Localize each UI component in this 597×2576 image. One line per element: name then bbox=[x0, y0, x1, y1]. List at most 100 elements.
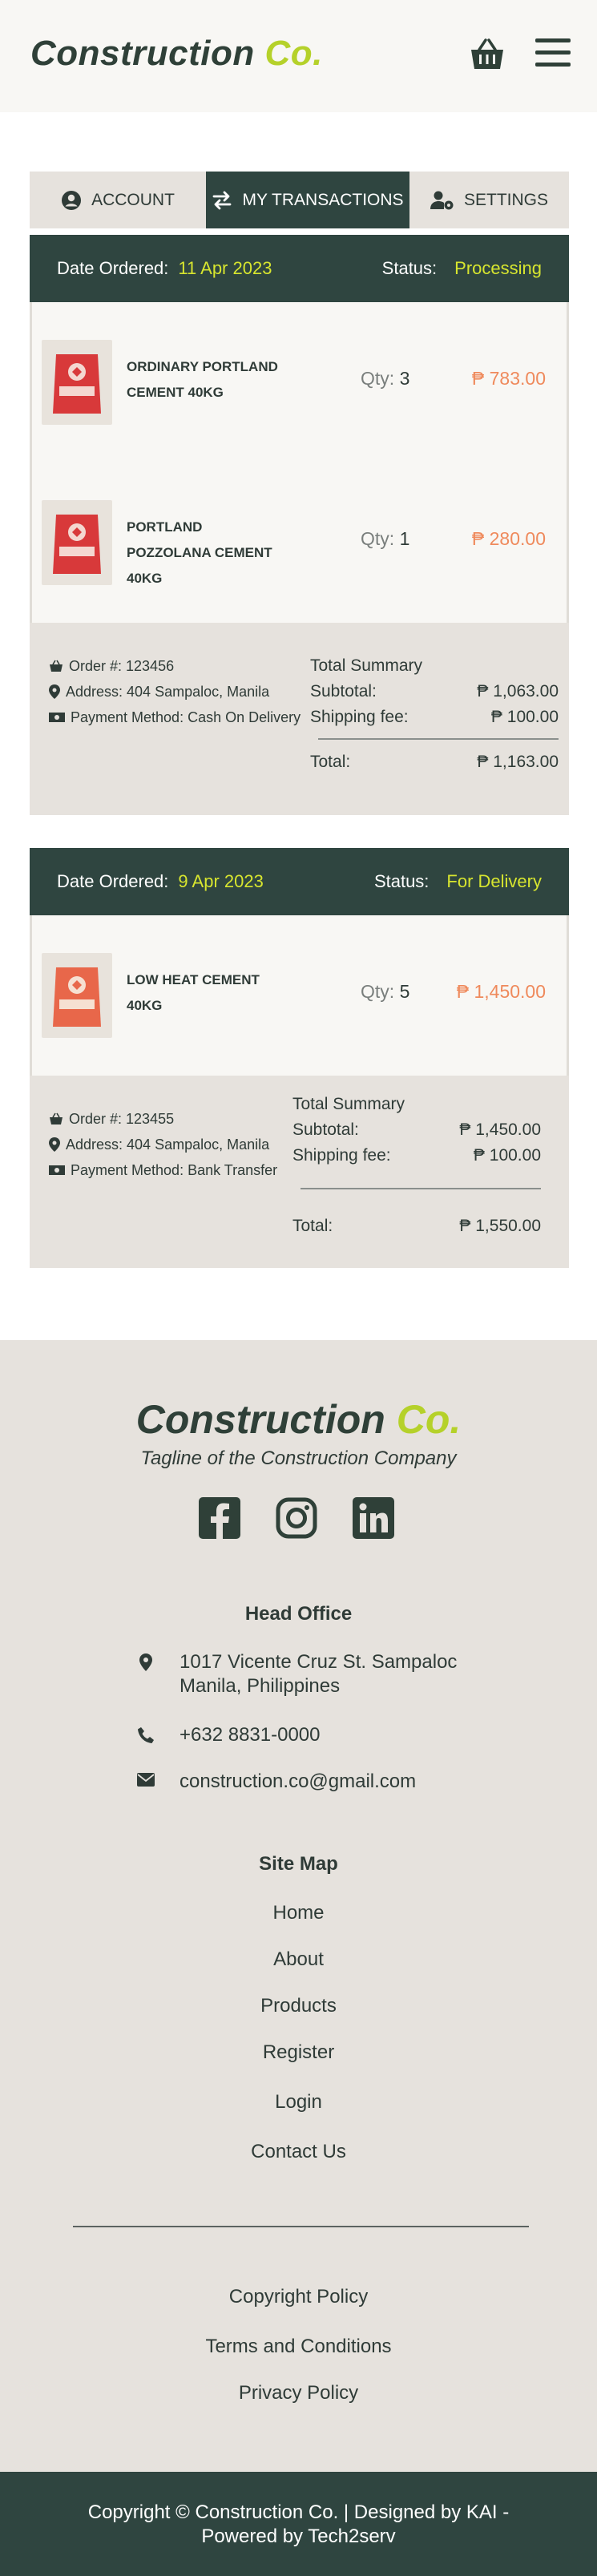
order-summary: Order #: 123456 Address: 404 Sampaloc, M… bbox=[30, 623, 569, 815]
tab-account-label: ACCOUNT bbox=[91, 190, 175, 209]
office-email[interactable]: construction.co@gmail.com bbox=[136, 1770, 416, 1794]
tab-my-transactions[interactable]: MY TRANSACTIONS bbox=[206, 172, 409, 228]
order-number: Order #: 123456 bbox=[49, 653, 301, 679]
company-tagline: Tagline of the Construction Company bbox=[140, 1447, 457, 1469]
total-summary: Total Summary Subtotal: ₱ 1,063.00 Shippi… bbox=[310, 653, 559, 775]
order-address: Address: 404 Sampaloc, Manila bbox=[49, 679, 301, 705]
item-price: ₱ 1,450.00 bbox=[456, 981, 546, 1002]
brand-suffix: Co. bbox=[264, 34, 323, 73]
footer-link-terms[interactable]: Terms and Conditions bbox=[0, 2336, 597, 2358]
footer-link-about[interactable]: About bbox=[0, 1948, 597, 1971]
item-qty: Qty: 1 bbox=[361, 528, 409, 550]
footer-divider bbox=[73, 2226, 529, 2227]
footer-link-contact-us[interactable]: Contact Us bbox=[0, 2141, 597, 2163]
status-label: Status: bbox=[381, 258, 438, 278]
tab-settings[interactable]: SETTINGS bbox=[409, 172, 569, 228]
footer-link-products[interactable]: Products bbox=[0, 1995, 597, 2017]
brand-suffix: Co. bbox=[396, 1397, 462, 1442]
basket-icon[interactable] bbox=[468, 35, 506, 74]
item-qty: Qty: 5 bbox=[361, 981, 409, 1003]
instagram-icon[interactable] bbox=[276, 1497, 317, 1539]
cement-bag-image bbox=[42, 340, 112, 425]
site-header: Construction Co. bbox=[0, 0, 597, 112]
tab-settings-label: SETTINGS bbox=[463, 190, 548, 209]
user-circle-icon bbox=[62, 190, 82, 210]
site-map-title: Site Map bbox=[259, 1853, 338, 1875]
order-number: Order #: 123455 bbox=[49, 1106, 277, 1132]
date-ordered-value: 11 Apr 2023 bbox=[178, 258, 272, 278]
date-ordered-value: 9 Apr 2023 bbox=[178, 871, 264, 891]
order-meta: Order #: 123456 Address: 404 Sampaloc, M… bbox=[49, 653, 301, 730]
qty-label: Qty: bbox=[361, 528, 395, 549]
item-price: ₱ 783.00 bbox=[471, 368, 546, 389]
summary-divider bbox=[318, 738, 559, 740]
order-header: Date Ordered: 11 Apr 2023 Status: Proces… bbox=[30, 235, 569, 302]
footer-link-privacy[interactable]: Privacy Policy bbox=[0, 2382, 597, 2404]
phone-icon bbox=[138, 1727, 154, 1743]
footer-link-home[interactable]: Home bbox=[0, 1902, 597, 1924]
subtotal-row: Subtotal: ₱ 1,450.00 bbox=[292, 1120, 541, 1139]
total-row: Total: ₱ 1,163.00 bbox=[310, 753, 559, 771]
basket-icon bbox=[50, 1112, 63, 1124]
qty-label: Qty: bbox=[361, 368, 395, 389]
map-pin-icon bbox=[49, 684, 60, 699]
order-address: Address: 404 Sampaloc, Manila bbox=[49, 1132, 277, 1157]
payment-method: Payment Method: Cash On Delivery bbox=[49, 705, 301, 730]
exchange-icon bbox=[213, 191, 232, 209]
summary-divider bbox=[301, 1188, 541, 1189]
money-icon bbox=[49, 1165, 65, 1175]
site-footer: Construction Co. Tagline of the Construc… bbox=[0, 1340, 597, 2472]
item-name: PORTLAND POZZOLANA CEMENT 40kg bbox=[127, 519, 272, 586]
social-links bbox=[199, 1497, 394, 1539]
order-summary: Order #: 123455 Address: 404 Sampaloc, M… bbox=[30, 1076, 569, 1268]
total-summary: Total Summary Subtotal: ₱ 1,450.00 Shippi… bbox=[292, 1092, 541, 1239]
address-line1: 1017 Vicente Cruz St. Sampaloc bbox=[180, 1651, 458, 1673]
facebook-icon[interactable] bbox=[199, 1497, 240, 1539]
account-tabs: ACCOUNT MY TRANSACTIONS SETTINGS bbox=[30, 172, 569, 228]
cement-bag-image bbox=[42, 500, 112, 585]
copyright-bar: Copyright © Construction Co. | Designed … bbox=[0, 2472, 597, 2576]
copyright-line2: Powered by Tech2serv bbox=[201, 2526, 396, 2547]
item-qty: Qty: 3 bbox=[361, 368, 409, 390]
cement-bag-image bbox=[42, 953, 112, 1038]
summary-title: Total Summary bbox=[292, 1095, 405, 1113]
brand-logo[interactable]: Construction Co. bbox=[30, 34, 323, 74]
linkedin-icon[interactable] bbox=[353, 1497, 394, 1539]
map-pin-icon bbox=[49, 1137, 60, 1152]
qty-value: 3 bbox=[399, 368, 410, 389]
order-card: Date Ordered: 11 Apr 2023 Status: Proces… bbox=[30, 235, 569, 815]
item-name: ORDINARY PORTLAND CEMENT 40kg bbox=[127, 359, 278, 400]
footer-link-register[interactable]: Register bbox=[0, 2041, 597, 2064]
hamburger-menu-icon[interactable] bbox=[535, 38, 571, 71]
brand-name: Construction bbox=[135, 1397, 385, 1442]
shipping-row: Shipping fee: ₱ 100.00 bbox=[292, 1146, 541, 1165]
shipping-row: Shipping fee: ₱ 100.00 bbox=[310, 708, 559, 726]
envelope-icon bbox=[137, 1773, 155, 1787]
item-name: LOW HEAT CEMENT 40kg bbox=[127, 972, 260, 1013]
order-header: Date Ordered: 9 Apr 2023 Status: For Del… bbox=[30, 848, 569, 915]
order-item[interactable]: LOW HEAT CEMENT 40kg Qty: 5 ₱ 1,450.00 bbox=[30, 915, 569, 1076]
total-row: Total: ₱ 1,550.00 bbox=[292, 1217, 541, 1235]
status-label: Status: bbox=[373, 871, 430, 891]
order-card: Date Ordered: 9 Apr 2023 Status: For Del… bbox=[30, 848, 569, 1268]
tab-account[interactable]: ACCOUNT bbox=[30, 172, 206, 228]
status-value: Processing bbox=[454, 258, 542, 278]
copyright-line1: Copyright © Construction Co. | Designed … bbox=[87, 2501, 510, 2523]
date-ordered-label: Date Ordered: bbox=[57, 871, 169, 891]
head-office-title: Head Office bbox=[244, 1603, 353, 1625]
footer-link-login[interactable]: Login bbox=[0, 2091, 597, 2114]
office-address: 1017 Vicente Cruz St. Sampaloc Manila, Ph… bbox=[136, 1650, 457, 1698]
summary-title: Total Summary bbox=[310, 656, 423, 675]
payment-method: Payment Method: Bank Transfer bbox=[49, 1157, 277, 1183]
footer-logo[interactable]: Construction Co. bbox=[0, 1396, 597, 1443]
map-pin-icon bbox=[139, 1653, 152, 1671]
order-item[interactable]: PORTLAND POZZOLANA CEMENT 40kg Qty: 1 ₱ … bbox=[30, 462, 569, 623]
user-gear-icon bbox=[430, 191, 454, 209]
money-icon bbox=[49, 713, 65, 722]
date-ordered-label: Date Ordered: bbox=[57, 258, 169, 278]
qty-value: 5 bbox=[399, 981, 410, 1002]
order-item[interactable]: ORDINARY PORTLAND CEMENT 40kg Qty: 3 ₱ 7… bbox=[30, 302, 569, 462]
qty-value: 1 bbox=[399, 528, 410, 549]
office-phone[interactable]: +632 8831-0000 bbox=[136, 1723, 321, 1747]
footer-link-copyright-policy[interactable]: Copyright Policy bbox=[0, 2286, 597, 2308]
